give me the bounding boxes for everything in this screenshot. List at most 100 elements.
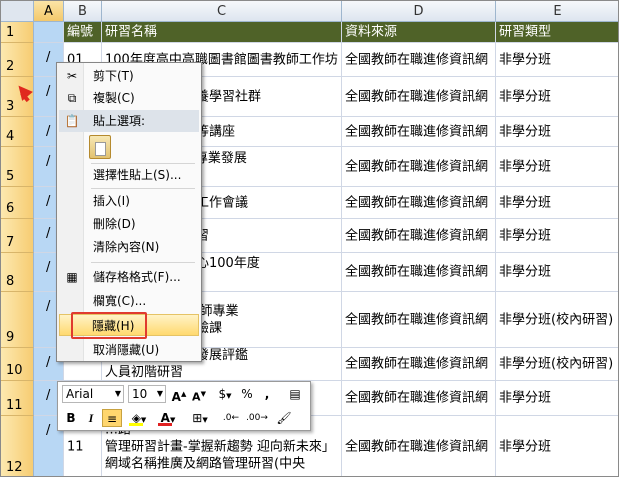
cell-text: 非學分班 xyxy=(499,264,552,280)
format-painter-icon[interactable]: 🖌 xyxy=(274,409,294,427)
highlight-box xyxy=(71,312,147,339)
cell-source[interactable]: 全國教師在職進修資訊網 xyxy=(342,292,496,348)
cell-source[interactable]: 全國教師在職進修資訊網 xyxy=(342,348,496,381)
borders-icon[interactable]: ⊞▼ xyxy=(188,409,212,427)
menu-item-copy[interactable]: ⧉ 複製(C) xyxy=(59,87,199,109)
select-all-corner[interactable] xyxy=(1,1,34,22)
cell-source[interactable]: 全國教師在職進修資訊網 xyxy=(342,187,496,219)
row-header[interactable]: 5 xyxy=(1,147,34,187)
cell-type[interactable]: 非學分班 xyxy=(496,77,618,117)
cell-type[interactable]: 非學分班 xyxy=(496,253,618,292)
menu-item-format-cells[interactable]: ▦ 儲存格格式(F)... xyxy=(59,266,199,288)
row-header[interactable]: 7 xyxy=(1,219,34,253)
cell-source[interactable]: 全國教師在職進修資訊網 xyxy=(342,253,496,292)
paste-clipboard-icon[interactable] xyxy=(89,135,111,159)
cell-type[interactable]: 非學分班 xyxy=(496,219,618,253)
cell-source[interactable]: 全國教師在職進修資訊網 xyxy=(342,219,496,253)
cell-text: 非學分班 xyxy=(499,439,552,454)
chevron-down-icon[interactable]: ▼ xyxy=(115,386,121,402)
percent-button[interactable]: % xyxy=(239,385,255,403)
menu-item-delete[interactable]: 刪除(D) xyxy=(59,213,199,235)
row-header[interactable]: 10 xyxy=(1,348,34,381)
cell-source[interactable]: 全國教師在職進修資訊網 xyxy=(342,381,496,416)
currency-button[interactable]: $▼ xyxy=(214,385,236,403)
row-header[interactable]: 4 xyxy=(1,117,34,147)
cell-text: 非學分班 xyxy=(499,89,552,104)
menu-item-column-width[interactable]: 欄寬(C)... xyxy=(59,290,199,312)
row-header[interactable]: 2 xyxy=(1,43,34,77)
menu-item-paste-special[interactable]: 選擇性貼上(S)... xyxy=(59,164,199,186)
column-header-c[interactable]: C xyxy=(102,1,342,22)
cell-text: 全國教師在職進修資訊網 xyxy=(345,89,489,104)
cell-text: 全國教師在職進修資訊網 xyxy=(345,228,489,243)
cell-text: 非學分班 xyxy=(499,390,552,406)
cell-text: 非學分班 xyxy=(499,228,552,243)
paste-icon: 📋 xyxy=(64,114,80,128)
header-cell-type[interactable]: 研習類型 xyxy=(496,22,618,43)
cell-source[interactable]: 全國教師在職進修資訊網 xyxy=(342,147,496,187)
header-cell-name[interactable]: 研習名稱 xyxy=(102,22,342,43)
cell-type[interactable]: 非學分班 xyxy=(496,117,618,147)
cell-type[interactable]: 非學分班 xyxy=(496,43,618,77)
row-header[interactable]: 12 xyxy=(1,416,34,476)
fill-color-icon[interactable]: ◈▼ xyxy=(126,409,152,427)
cell-text: 11 xyxy=(67,439,84,454)
cell-text: 非學分班 xyxy=(499,52,552,67)
cell-type[interactable]: 非學分班 xyxy=(496,381,618,416)
row-header[interactable]: 1 xyxy=(1,22,34,43)
scissors-icon: ✂ xyxy=(66,69,78,83)
row-header[interactable]: 3 xyxy=(1,77,34,117)
cell-text: 全國教師在職進修資訊網 xyxy=(345,195,489,210)
cell-source[interactable]: 全國教師在職進修資訊網 xyxy=(342,77,496,117)
menu-separator xyxy=(91,262,195,263)
shrink-font-button[interactable]: A▼ xyxy=(190,385,208,404)
header-cell-source[interactable]: 資料來源 xyxy=(342,22,496,43)
cell-text: 非學分班(校內研習) xyxy=(499,312,614,327)
format-painter-table-icon[interactable]: ▤ xyxy=(286,385,304,403)
menu-item-cut[interactable]: ✂ 剪下(T) xyxy=(59,65,199,87)
column-header-d[interactable]: D xyxy=(342,1,496,22)
format-cells-icon: ▦ xyxy=(66,270,78,284)
cell-text: 全國教師在職進修資訊網 xyxy=(345,439,489,454)
column-header-e[interactable]: E xyxy=(496,1,618,22)
row-header[interactable]: 8 xyxy=(1,253,34,292)
mini-toolbar: Arial ▼ 10 ▼ A▲ A▼ $▼ % , ▤ B I ≡ ◈▼ A▼ ⊞▼… xyxy=(57,381,311,431)
grow-font-button[interactable]: A▲ xyxy=(170,385,188,404)
font-name-box[interactable]: Arial ▼ xyxy=(62,385,124,403)
row-header[interactable]: 9 xyxy=(1,292,34,348)
cell-line: 網域名稱推廣及網路管理研習(中央 xyxy=(105,456,306,471)
cell-type[interactable]: 非學分班 xyxy=(496,416,618,476)
increase-decimal-icon[interactable]: .0← xyxy=(220,409,242,427)
bold-button[interactable]: B xyxy=(62,409,80,427)
cell-type[interactable]: 非學分班(校內研習) xyxy=(496,292,618,348)
cell-text: 全國教師在職進修資訊網 xyxy=(345,159,489,174)
cell-type[interactable]: 非學分班 xyxy=(496,147,618,187)
row-header[interactable]: 6 xyxy=(1,187,34,219)
menu-item-unhide[interactable]: 取消隱藏(U) xyxy=(59,339,199,361)
font-color-button[interactable]: A▼ xyxy=(155,409,181,427)
cell-text: 非學分班(校內研習) xyxy=(499,356,614,372)
cell-type[interactable]: 非學分班(校內研習) xyxy=(496,348,618,381)
cell-line: 人員初階研習 xyxy=(105,365,184,380)
cell-text: 非學分班 xyxy=(499,195,552,210)
header-cell-number[interactable]: 編號 xyxy=(64,22,102,43)
cell-source[interactable]: 全國教師在職進修資訊網 xyxy=(342,43,496,77)
cell-source[interactable]: 全國教師在職進修資訊網 xyxy=(342,117,496,147)
align-center-button[interactable]: ≡ xyxy=(102,409,122,427)
row-header[interactable]: 11 xyxy=(1,381,34,416)
cell[interactable] xyxy=(34,22,64,43)
column-header-b[interactable]: B xyxy=(64,1,102,22)
decrease-decimal-icon[interactable]: .00→ xyxy=(246,409,268,427)
italic-button[interactable]: I xyxy=(82,409,100,427)
menu-item-insert[interactable]: 插入(I) xyxy=(59,190,199,212)
font-size-box[interactable]: 10 ▼ xyxy=(128,385,166,403)
cell-text: 非學分班 xyxy=(499,124,552,139)
chevron-down-icon[interactable]: ▼ xyxy=(157,386,163,402)
comma-button[interactable]: , xyxy=(259,385,275,403)
cell-text: 全國教師在職進修資訊網 xyxy=(345,264,489,280)
cell-type[interactable]: 非學分班 xyxy=(496,187,618,219)
menu-item-clear-contents[interactable]: 清除內容(N) xyxy=(59,236,199,258)
cell-source[interactable]: 全國教師在職進修資訊網 xyxy=(342,416,496,476)
column-header-a[interactable]: A xyxy=(34,1,64,22)
cell-text: 全國教師在職進修資訊網 xyxy=(345,356,489,372)
